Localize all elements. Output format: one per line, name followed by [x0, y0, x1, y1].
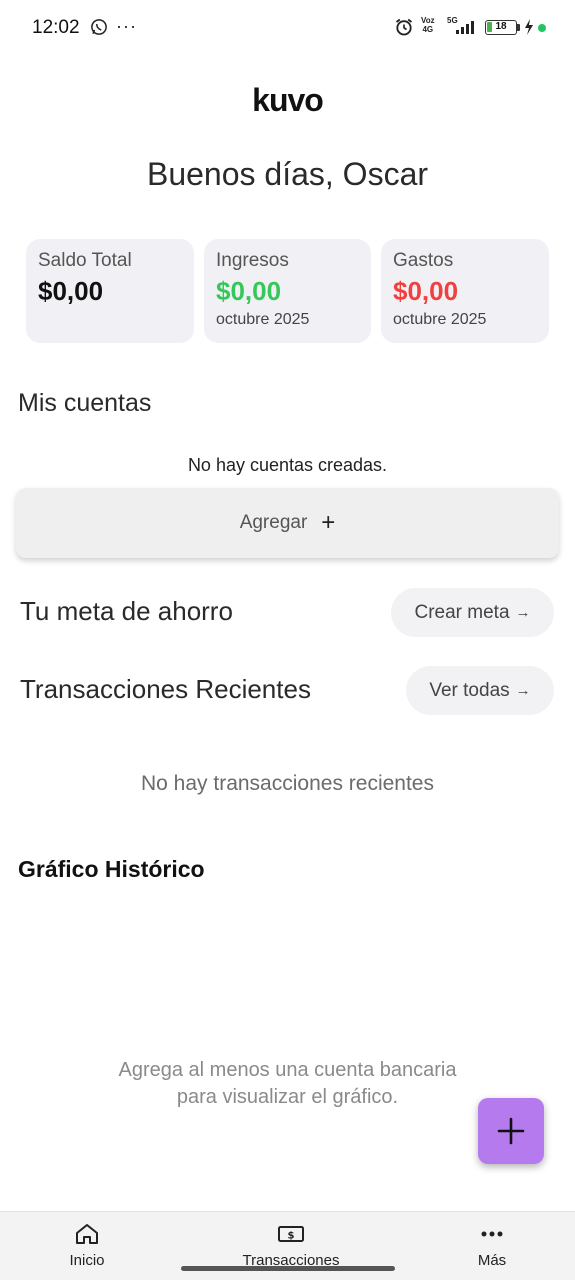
whatsapp-icon	[91, 19, 107, 35]
history-chart-title: Gráfico Histórico	[18, 856, 205, 882]
transactions-empty-message: No hay transacciones recientes	[141, 772, 434, 795]
expenses-period: octubre 2025	[393, 311, 487, 328]
privacy-indicator-dot	[538, 24, 546, 32]
greeting-title: Buenos días, Oscar	[146, 156, 429, 192]
more-icon	[481, 1231, 503, 1237]
signal-icon	[456, 21, 474, 34]
arrow-right-icon: →	[515, 682, 531, 699]
income-value: $0,00	[216, 276, 282, 306]
expenses-value: $0,00	[393, 276, 459, 306]
svg-text:$: $	[288, 1231, 295, 1242]
income-period: octubre 2025	[216, 311, 310, 328]
alarm-icon	[395, 18, 413, 36]
nav-label-more: Más	[477, 1252, 507, 1269]
accounts-title: Mis cuentas	[18, 389, 152, 417]
money-icon: $	[278, 1226, 304, 1242]
gesture-home-indicator[interactable]	[181, 1266, 395, 1271]
nav-item-more[interactable]: Más	[432, 1222, 552, 1269]
view-all-button[interactable]: Ver todas →	[406, 666, 554, 715]
income-card: Ingresos $0,00 octubre 2025	[204, 239, 371, 343]
create-goal-button[interactable]: Crear meta →	[391, 588, 554, 637]
nav-item-transactions[interactable]: $ Transacciones	[231, 1222, 351, 1269]
add-fab-button[interactable]	[478, 1098, 544, 1164]
savings-goal-title: Tu meta de ahorro	[20, 596, 233, 626]
volte-indicator: Voz 4G	[421, 16, 435, 34]
status-time: 12:02	[32, 17, 80, 38]
total-balance-label: Saldo Total	[38, 250, 132, 271]
add-account-button[interactable]: Agregar +	[16, 488, 559, 558]
battery-icon: 18	[485, 20, 517, 35]
app-logo: kuvo	[252, 82, 324, 118]
status-bar: 12:02 ··· Voz 4G 5G 18	[0, 0, 575, 56]
home-icon	[76, 1224, 98, 1244]
income-label: Ingresos	[216, 250, 289, 271]
nav-label-home: Inicio	[69, 1252, 105, 1269]
charging-icon	[525, 19, 533, 35]
total-balance-card: Saldo Total $0,00	[26, 239, 194, 343]
add-account-label: Agregar	[239, 512, 308, 533]
expenses-label: Gastos	[393, 250, 454, 271]
expenses-card: Gastos $0,00 octubre 2025	[381, 239, 549, 343]
arrow-right-icon: →	[515, 604, 531, 621]
view-all-label: Ver todas	[429, 679, 510, 701]
recent-transactions-title: Transacciones Recientes	[20, 674, 311, 704]
plus-icon	[497, 1117, 525, 1145]
accounts-empty-message: No hay cuentas creadas.	[187, 455, 388, 475]
battery-cap	[517, 24, 520, 31]
total-balance-value: $0,00	[38, 276, 104, 306]
create-goal-label: Crear meta	[414, 601, 510, 623]
more-notifications-icon: ···	[116, 16, 137, 36]
plus-icon: +	[321, 509, 336, 536]
nav-item-home[interactable]: Inicio	[27, 1222, 147, 1269]
